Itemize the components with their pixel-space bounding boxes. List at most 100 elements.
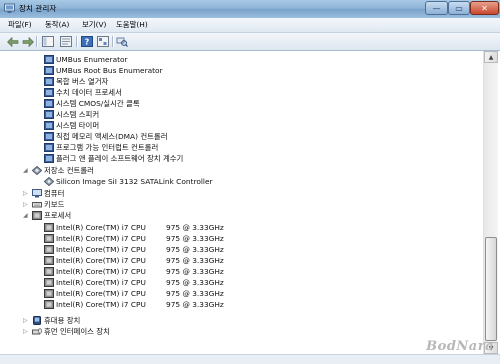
tree-category-keyboard[interactable]: ▷ 키보드 <box>4 199 483 210</box>
expand-arrow-icon[interactable]: ▷ <box>23 318 28 324</box>
tree-category-computer[interactable]: ▷ 컴퓨터 <box>4 188 483 199</box>
tree-item-device[interactable]: 시스템 스피커 <box>4 109 483 120</box>
tree-item-cpu[interactable]: Intel(R) Core(TM) i7 CPU 975 @ 3.33GHz <box>4 222 483 233</box>
scan-hardware-button[interactable] <box>115 35 129 48</box>
minimize-button[interactable]: — <box>425 1 448 15</box>
tree-item-device[interactable]: 복합 버스 열거자 <box>4 76 483 87</box>
expand-arrow-icon[interactable]: ▷ <box>23 191 28 197</box>
tree-item-device[interactable]: 시스템 CMOS/실시간 클록 <box>4 98 483 109</box>
system-device-icon <box>44 110 54 119</box>
processor-icon <box>44 223 54 232</box>
cpu-speed: 975 @ 3.33GHz <box>166 300 224 309</box>
cpu-name: Intel(R) Core(TM) i7 CPU <box>56 223 146 232</box>
show-hide-tree-icon <box>42 36 54 47</box>
processor-icon <box>44 245 54 254</box>
collapse-arrow-icon[interactable]: ◢ <box>23 213 28 219</box>
menu-view[interactable]: 보기(V) <box>82 19 106 31</box>
back-button[interactable] <box>6 35 20 48</box>
tree-item-label: 복합 버스 열거자 <box>56 77 109 86</box>
tree-item-label: 시스템 CMOS/실시간 클록 <box>56 99 140 108</box>
tree-item-cpu[interactable]: Intel(R) Core(TM) i7 CPU 975 @ 3.33GHz <box>4 244 483 255</box>
tree-item-device[interactable]: 프로그램 가능 인터럽트 컨트롤러 <box>4 142 483 153</box>
toolbar-separator <box>36 36 38 47</box>
collapse-arrow-icon[interactable]: ◢ <box>23 168 28 174</box>
system-device-icon <box>44 55 54 64</box>
tree-item-label: 키보드 <box>44 200 65 209</box>
tree-item-cpu[interactable]: Intel(R) Core(TM) i7 CPU 975 @ 3.33GHz <box>4 255 483 266</box>
tree-item-label: UMBus Enumerator <box>56 55 128 64</box>
tree-item-cpu[interactable]: Intel(R) Core(TM) i7 CPU 975 @ 3.33GHz <box>4 277 483 288</box>
processor-icon <box>44 267 54 276</box>
cpu-name: Intel(R) Core(TM) i7 CPU <box>56 245 146 254</box>
tree-item-device[interactable]: 수치 데이터 프로세서 <box>4 87 483 98</box>
vertical-scrollbar[interactable]: ▲ ▼ <box>483 51 498 354</box>
device-manager-app-icon <box>4 3 15 13</box>
toolbar-separator <box>112 36 114 47</box>
tree-item-label: 플러그 앤 플레이 소프트웨어 장치 계수기 <box>56 154 184 163</box>
processor-icon <box>44 300 54 309</box>
cpu-speed: 975 @ 3.33GHz <box>166 234 224 243</box>
properties-button[interactable] <box>59 35 73 48</box>
storage-controller-icon <box>44 177 54 186</box>
system-device-icon <box>44 99 54 108</box>
processor-icon <box>44 256 54 265</box>
menu-file[interactable]: 파일(F) <box>8 19 32 31</box>
title-bar[interactable]: 장치 관리자 — ▭ ✕ <box>0 0 500 18</box>
tree-item-device[interactable]: 직접 메모리 액세스(DMA) 컨트롤러 <box>4 131 483 142</box>
storage-controller-icon <box>32 166 42 175</box>
system-device-icon <box>44 154 54 163</box>
cpu-name: Intel(R) Core(TM) i7 CPU <box>56 289 146 298</box>
forward-icon <box>22 36 34 47</box>
processor-icon <box>32 211 42 220</box>
tree-item-label: UMBus Root Bus Enumerator <box>56 66 163 75</box>
tree-item-cpu[interactable]: Intel(R) Core(TM) i7 CPU 975 @ 3.33GHz <box>4 288 483 299</box>
tree-item-label: 저장소 컨트롤러 <box>44 166 94 175</box>
tree-item-label: 휴먼 인터페이스 장치 <box>44 327 110 336</box>
tree-item-device[interactable]: 시스템 타이머 <box>4 120 483 131</box>
tree-item-device[interactable]: UMBus Enumerator <box>4 54 483 65</box>
expand-arrow-icon[interactable]: ▷ <box>23 329 28 335</box>
tree-item-device[interactable]: Silicon Image SiI 3132 SATALink Controll… <box>4 176 483 187</box>
system-device-icon <box>44 77 54 86</box>
help-button[interactable]: ? <box>80 35 94 48</box>
cpu-speed: 975 @ 3.33GHz <box>166 267 224 276</box>
window-title: 장치 관리자 <box>19 4 57 13</box>
forward-button[interactable] <box>21 35 35 48</box>
keyboard-icon <box>32 202 42 208</box>
cpu-name: Intel(R) Core(TM) i7 CPU <box>56 267 146 276</box>
device-tree[interactable]: UMBus Enumerator UMBus Root Bus Enumerat… <box>4 51 483 354</box>
scan-hardware-icon <box>116 37 128 47</box>
tree-category-storage[interactable]: ◢ 저장소 컨트롤러 <box>4 165 483 176</box>
tree-category-portable-devices[interactable]: ▷ 휴대용 장치 <box>4 315 483 326</box>
tree-item-label: 시스템 스피커 <box>56 110 100 119</box>
tree-item-cpu[interactable]: Intel(R) Core(TM) i7 CPU 975 @ 3.33GHz <box>4 233 483 244</box>
system-device-icon <box>44 121 54 130</box>
tree-item-device[interactable]: UMBus Root Bus Enumerator <box>4 65 483 76</box>
cpu-speed: 975 @ 3.33GHz <box>166 245 224 254</box>
tree-category-hid[interactable]: ▷ 휴먼 인터페이스 장치 <box>4 326 483 337</box>
system-device-icon <box>44 88 54 97</box>
tree-category-processors[interactable]: ◢ 프로세서 <box>4 210 483 221</box>
back-icon <box>7 36 19 47</box>
expand-arrow-icon[interactable]: ▷ <box>23 202 28 208</box>
menu-bar: 파일(F) 동작(A) 보기(V) 도움말(H) <box>0 18 500 33</box>
tree-item-cpu[interactable]: Intel(R) Core(TM) i7 CPU 975 @ 3.33GHz <box>4 266 483 277</box>
maximize-button[interactable]: ▭ <box>448 1 470 15</box>
menu-help[interactable]: 도움말(H) <box>116 19 148 31</box>
tree-item-label: 프로그램 가능 인터럽트 컨트롤러 <box>56 143 159 152</box>
tree-item-device[interactable]: 플러그 앤 플레이 소프트웨어 장치 계수기 <box>4 153 483 164</box>
view-resources-button[interactable] <box>96 35 110 48</box>
cpu-speed: 975 @ 3.33GHz <box>166 278 224 287</box>
tree-item-label: 컴퓨터 <box>44 189 65 198</box>
show-hide-tree-button[interactable] <box>41 35 55 48</box>
svg-text:?: ? <box>85 38 90 47</box>
close-button[interactable]: ✕ <box>470 1 499 15</box>
tree-item-label: 직접 메모리 액세스(DMA) 컨트롤러 <box>56 132 168 141</box>
tree-item-cpu[interactable]: Intel(R) Core(TM) i7 CPU 975 @ 3.33GHz <box>4 299 483 310</box>
scroll-thumb[interactable] <box>485 237 497 341</box>
cpu-name: Intel(R) Core(TM) i7 CPU <box>56 278 146 287</box>
menu-action[interactable]: 동작(A) <box>45 19 69 31</box>
cpu-speed: 975 @ 3.33GHz <box>166 289 224 298</box>
help-icon: ? <box>81 36 93 47</box>
scroll-up-button[interactable]: ▲ <box>484 51 498 63</box>
